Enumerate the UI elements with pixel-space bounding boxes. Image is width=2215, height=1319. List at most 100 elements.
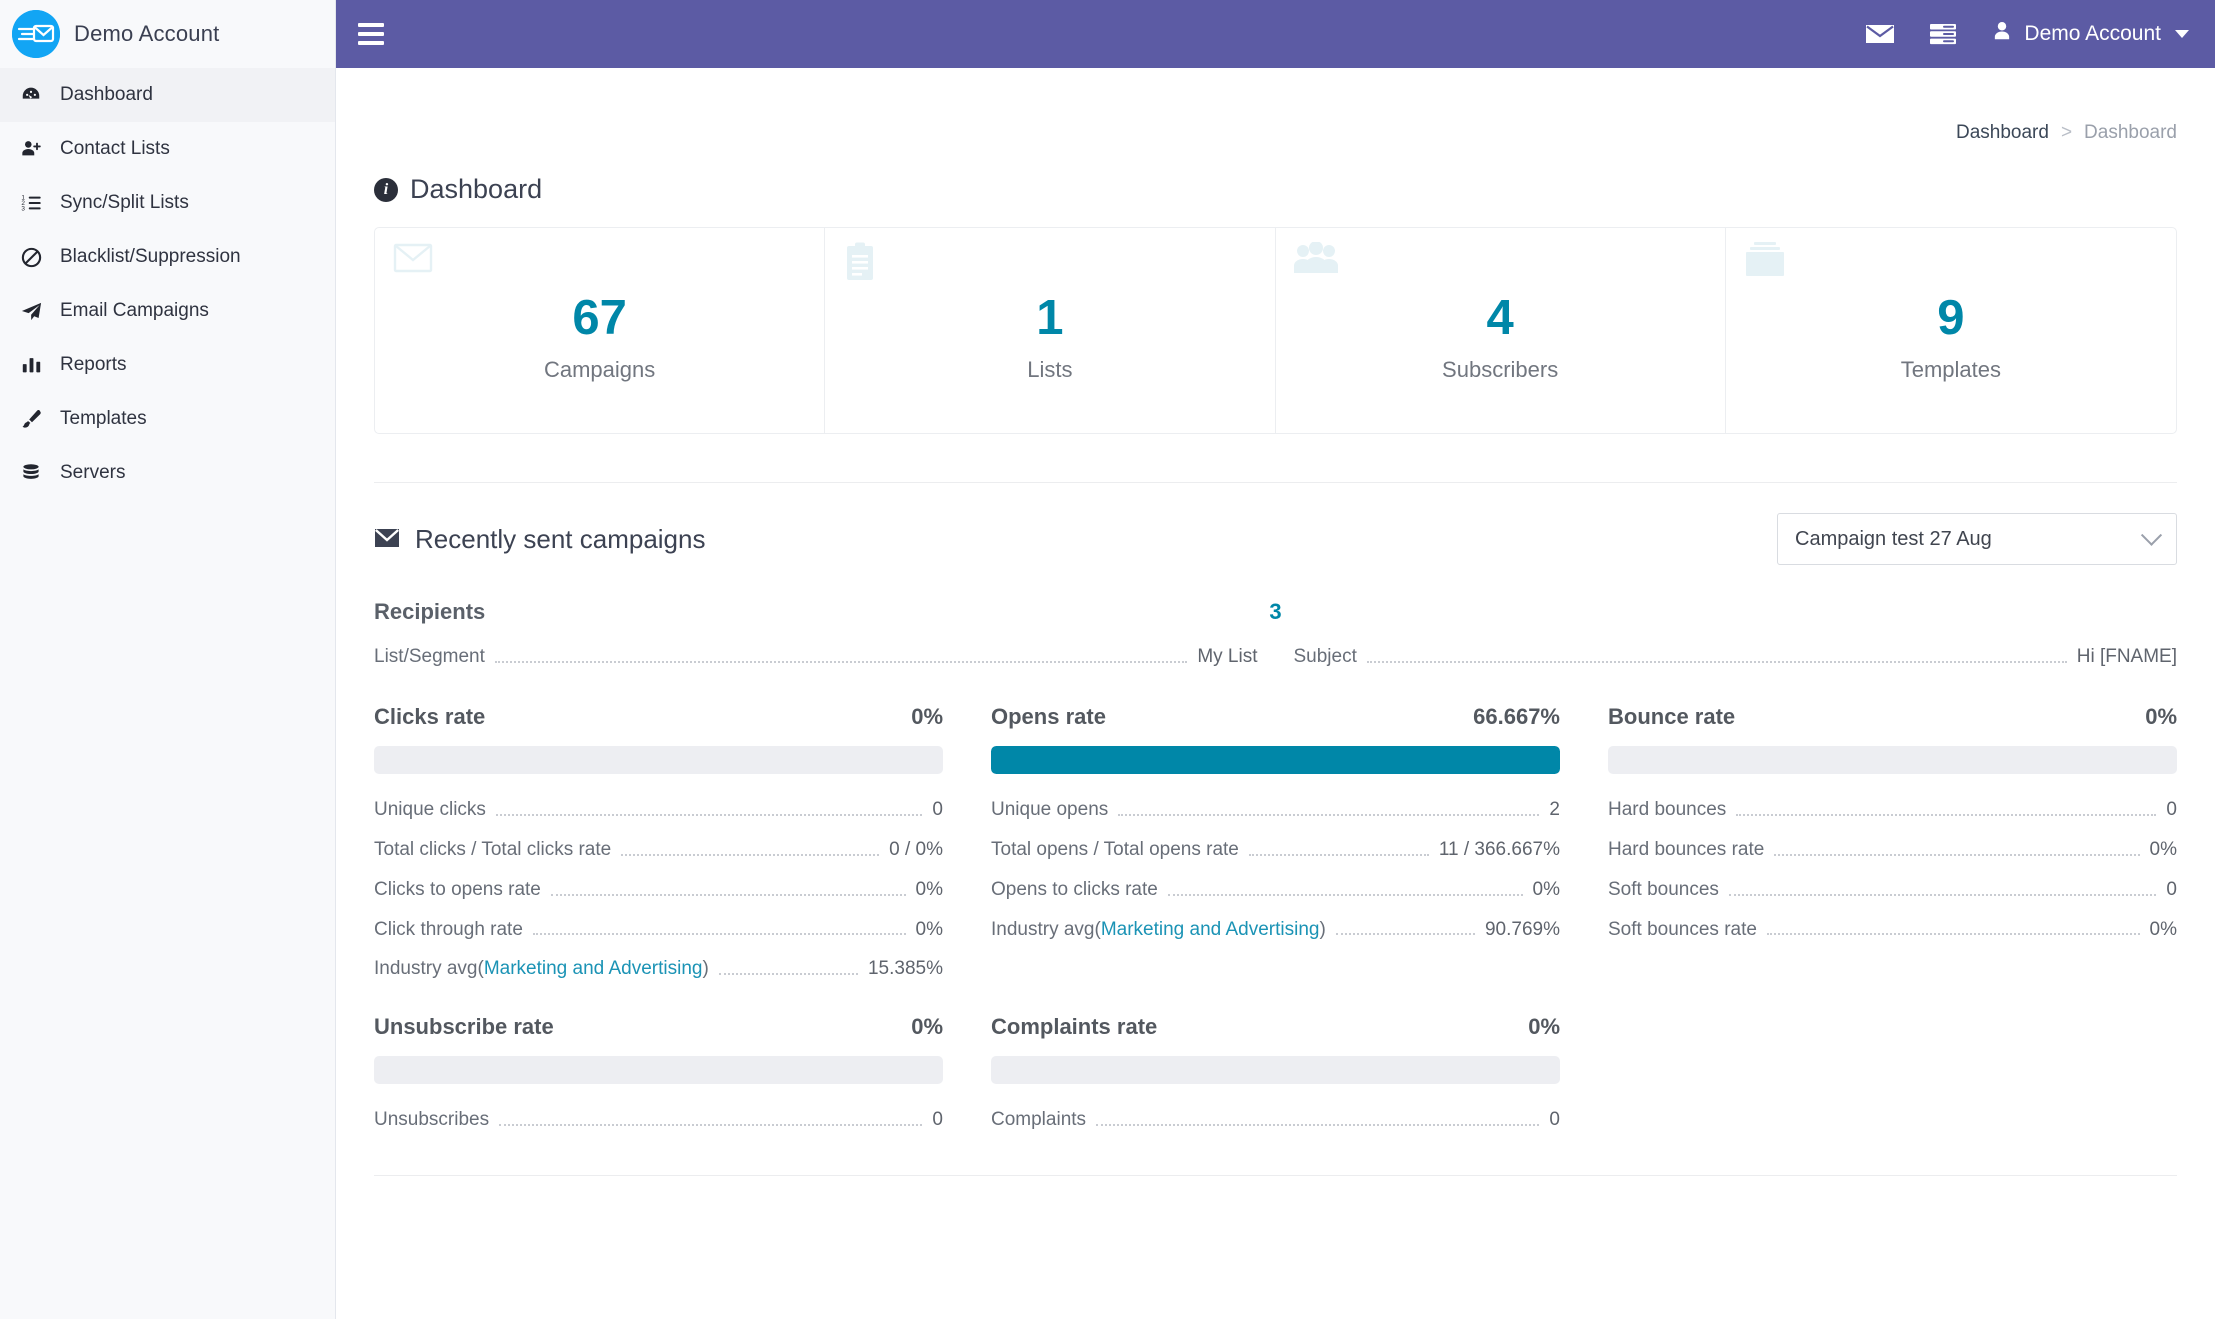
brand[interactable]: Demo Account	[0, 0, 335, 68]
sidebar-item-blacklist-suppression[interactable]: Blacklist/Suppression	[0, 230, 335, 284]
industry-link[interactable]: Marketing and Advertising	[1101, 919, 1320, 940]
rate-block-clicks: Clicks rate 0% Unique clicks 0 Total cli…	[374, 704, 943, 980]
industry-link[interactable]: Marketing and Advertising	[484, 958, 703, 980]
rate-header: Opens rate 66.667%	[991, 704, 1560, 730]
sidebar-item-dashboard[interactable]: Dashboard	[0, 68, 335, 122]
detail-row-industry-avg: Industry avg(Marketing and Advertising) …	[991, 918, 1560, 941]
leader-dots	[1118, 813, 1540, 816]
sidebar-item-reports[interactable]: Reports	[0, 338, 335, 392]
stat-card-templates[interactable]: 9 Templates	[1726, 228, 2176, 433]
rate-progress	[991, 1056, 1560, 1085]
rate-value: 0%	[911, 703, 943, 729]
detail-row: Soft bounces 0	[1608, 879, 2177, 901]
detail-value: 0%	[2149, 918, 2177, 940]
rate-title: Complaints rate	[991, 1014, 1158, 1040]
rates-row-2: Unsubscribe rate 0% Unsubscribes 0 Compl…	[374, 1014, 2177, 1131]
breadcrumb-current: Dashboard	[2084, 122, 2177, 143]
detail-row: Hard bounces 0	[1608, 798, 2177, 821]
detail-key: Total clicks / Total clicks rate	[374, 838, 612, 860]
stat-card-subscribers[interactable]: 4 Subscribers	[1276, 228, 1726, 433]
dashboard-gauge-icon	[18, 84, 44, 106]
detail-row: Unique opens 2	[991, 798, 1560, 821]
hamburger-icon[interactable]	[358, 18, 392, 50]
detail-value: 0%	[2149, 838, 2177, 860]
ordered-list-icon: 1 2 3	[18, 192, 44, 214]
leader-dots	[1167, 893, 1523, 896]
rate-progress-bar	[991, 745, 1560, 774]
logo-glyph	[12, 10, 60, 58]
rate-header: Bounce rate 0%	[1608, 704, 2177, 730]
detail-row: Complaints 0	[991, 1109, 1560, 1131]
leader-dots	[621, 853, 880, 856]
stat-value: 9	[1937, 291, 1965, 345]
detail-key: Industry avg(Marketing and Advertising)	[374, 959, 709, 980]
detail-value: 0	[932, 798, 943, 820]
industry-suffix: )	[1319, 918, 1326, 940]
detail-value: 90.769%	[1484, 918, 1560, 940]
detail-row: Unsubscribes 0	[374, 1109, 943, 1131]
rate-detail-rows: Unsubscribes 0	[374, 1109, 943, 1131]
stat-value: 1	[1036, 291, 1064, 345]
sidebar-item-label: Blacklist/Suppression	[60, 246, 241, 267]
rate-value: 66.667%	[1473, 703, 1560, 729]
sidebar-item-servers[interactable]: Servers	[0, 446, 335, 500]
sidebar-item-contact-lists[interactable]: Contact Lists	[0, 122, 335, 176]
sidebar-item-label: Dashboard	[60, 84, 153, 105]
leader-dots	[532, 933, 906, 936]
leader-dots	[1766, 933, 2140, 936]
rate-block-bounce: Bounce rate 0% Hard bounces 0 Hard bounc…	[1608, 704, 2177, 980]
leader-dots	[550, 893, 906, 896]
page-title-text: Dashboard	[410, 174, 543, 204]
leader-dots	[1736, 813, 2157, 816]
detail-row: Click through rate 0%	[374, 918, 943, 941]
sidebar-item-email-campaigns[interactable]: Email Campaigns	[0, 284, 335, 338]
industry-prefix: Industry avg(	[374, 958, 484, 980]
detail-value: 0%	[915, 878, 943, 900]
leader-dots	[1335, 933, 1475, 936]
rate-value: 0%	[2145, 703, 2177, 729]
leader-dots	[495, 813, 923, 816]
rates-row-2-spacer	[1608, 1014, 2177, 1131]
recent-campaigns-title-text: Recently sent campaigns	[415, 523, 706, 554]
envelope-icon[interactable]	[1865, 22, 1895, 46]
stats-row: 67 Campaigns 1 Lists 4 Subscribers 9 Tem…	[374, 227, 2177, 434]
navbar-actions: Demo Account	[1865, 20, 2189, 48]
detail-key: Total opens / Total opens rate	[991, 838, 1239, 860]
svg-text:3: 3	[21, 205, 25, 212]
leader-dots	[499, 1124, 923, 1127]
rate-title: Bounce rate	[1608, 703, 1736, 729]
sidebar-item-label: Servers	[60, 462, 126, 483]
detail-row: Opens to clicks rate 0%	[991, 879, 1560, 901]
meta-key: List/Segment	[374, 646, 485, 667]
stat-value: 4	[1486, 291, 1514, 345]
detail-value: 0	[2166, 798, 2177, 820]
bar-chart-icon	[18, 354, 44, 376]
envelope-icon	[374, 524, 400, 555]
server-list-icon[interactable]	[1929, 22, 1957, 46]
rate-progress	[374, 1056, 943, 1085]
breadcrumb-separator: >	[2060, 122, 2073, 143]
rate-value: 0%	[1528, 1014, 1560, 1040]
ban-icon	[18, 246, 44, 269]
industry-prefix: Industry avg(	[991, 918, 1101, 940]
sidebar-item-templates[interactable]: Templates	[0, 392, 335, 446]
campaign-select[interactable]: Campaign test 27 Aug	[1777, 513, 2177, 565]
user-menu[interactable]: Demo Account	[1991, 20, 2189, 48]
detail-key: Unique clicks	[374, 798, 486, 820]
rate-progress	[1608, 745, 2177, 774]
detail-key: Click through rate	[374, 918, 523, 940]
app-root: Demo Account Dashboard Contact Lists 1 2…	[0, 0, 2215, 1319]
rate-header: Complaints rate 0%	[991, 1014, 1560, 1040]
detail-value: 15.385%	[867, 958, 943, 980]
detail-row: Soft bounces rate 0%	[1608, 918, 2177, 941]
sidebar-item-sync-split-lists[interactable]: 1 2 3 Sync/Split Lists	[0, 176, 335, 230]
detail-key: Unique opens	[991, 798, 1109, 820]
meta-key: Subject	[1293, 646, 1357, 667]
meta-value: My List	[1197, 646, 1258, 667]
breadcrumb-root[interactable]: Dashboard	[1956, 122, 2049, 144]
stat-card-campaigns[interactable]: 67 Campaigns	[375, 228, 826, 433]
user-plus-icon	[18, 138, 44, 160]
copy-layers-icon	[1744, 242, 1786, 283]
stat-card-lists[interactable]: 1 Lists	[825, 228, 1276, 433]
detail-value: 11 / 366.667%	[1438, 838, 1560, 860]
